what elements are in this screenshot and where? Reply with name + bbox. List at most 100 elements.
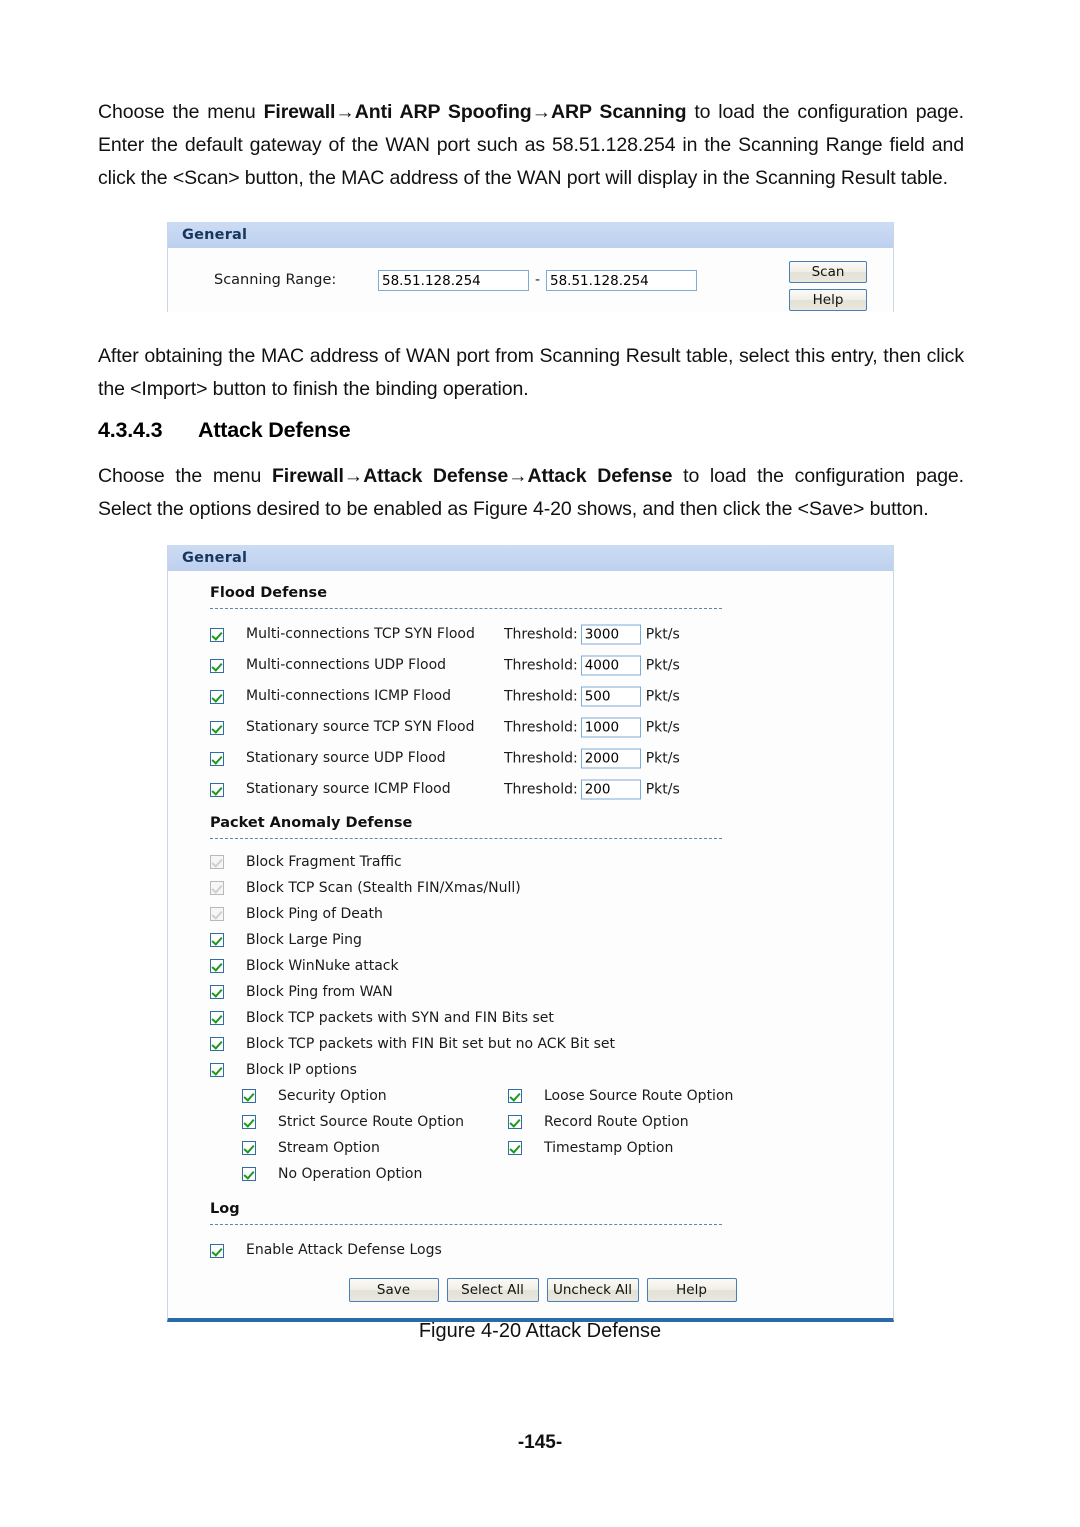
ip-option-row: Timestamp Option (508, 1135, 774, 1161)
checkbox-icon[interactable] (242, 1141, 256, 1155)
p1-arrow-2: → (531, 101, 552, 123)
checkbox-icon[interactable] (508, 1141, 522, 1155)
flood-defense-divider (210, 608, 722, 609)
checkbox-icon[interactable] (210, 689, 224, 704)
checkbox-label: Block IP options (246, 1062, 357, 1078)
checkbox-label: Enable Attack Defense Logs (246, 1242, 442, 1258)
threshold-input[interactable] (580, 717, 641, 737)
p1-bold-firewall: Firewall (263, 101, 336, 123)
threshold-label: Threshold: (504, 626, 578, 642)
flood-defense-row: Stationary source TCP SYN Flood Threshold… (210, 712, 903, 743)
threshold-label: Threshold: (504, 657, 578, 673)
threshold-input[interactable] (580, 779, 641, 799)
p3-bold-attack-defense-1: Attack Defense (363, 465, 509, 487)
panel-header-general-scan: General (168, 222, 893, 248)
log-rows: Enable Attack Defense Logs (210, 1235, 903, 1266)
flood-defense-row: Multi-connections UDP Flood Threshold: Pkt… (210, 650, 903, 681)
checkbox-icon[interactable] (210, 782, 224, 797)
checkbox-icon[interactable] (242, 1115, 256, 1129)
help-button-scan[interactable]: Help (789, 289, 867, 311)
checkbox-label: Multi-connections TCP SYN Flood (246, 626, 475, 642)
checkbox-icon[interactable] (210, 627, 224, 642)
threshold-unit: Pkt/s (645, 626, 680, 642)
checkbox-icon (210, 907, 224, 921)
p3-text-1: Choose the menu (98, 465, 272, 487)
scanning-range-start-input[interactable] (378, 270, 529, 291)
checkbox-icon[interactable] (210, 1243, 224, 1258)
checkbox-icon (210, 855, 224, 869)
threshold-input[interactable] (580, 624, 641, 644)
checkbox-icon[interactable] (210, 985, 224, 999)
checkbox-label: Multi-connections ICMP Flood (246, 688, 451, 704)
threshold-unit: Pkt/s (645, 781, 680, 797)
checkbox-label: Stream Option (278, 1140, 380, 1156)
checkbox-icon[interactable] (508, 1089, 522, 1103)
scanning-range-end-input[interactable] (546, 270, 697, 291)
checkbox-icon[interactable] (210, 658, 224, 673)
checkbox-label: Block Large Ping (246, 932, 362, 948)
p1-text-1: Choose the menu (98, 101, 264, 123)
checkbox-icon[interactable] (210, 1037, 224, 1051)
select-all-button[interactable]: Select All (446, 1278, 539, 1302)
scanning-range-label: Scanning Range: (214, 272, 337, 288)
threshold-unit: Pkt/s (645, 719, 680, 735)
threshold-group: Threshold: Pkt/s (504, 619, 680, 650)
checkbox-label: Block WinNuke attack (246, 958, 399, 974)
checkbox-label: No Operation Option (278, 1166, 423, 1182)
checkbox-label: Loose Source Route Option (544, 1088, 734, 1104)
ip-option-row: Stream Option (242, 1135, 508, 1161)
scanning-range-row: Scanning Range: - Scan Help (168, 248, 893, 312)
flood-defense-row: Multi-connections ICMP Flood Threshold: Pk… (210, 681, 903, 712)
p3-bold-firewall: Firewall (271, 465, 344, 487)
checkbox-label: Block Ping from WAN (246, 984, 393, 1000)
threshold-label: Threshold: (504, 781, 578, 797)
checkbox-icon[interactable] (508, 1115, 522, 1129)
help-button-attack[interactable]: Help (646, 1278, 737, 1302)
scan-button[interactable]: Scan (789, 261, 867, 283)
checkbox-icon[interactable] (210, 1011, 224, 1025)
attack-defense-button-row: Save Select All Uncheck All Help (210, 1266, 875, 1318)
threshold-input[interactable] (580, 748, 641, 768)
heading-title: Attack Defense (198, 418, 351, 442)
checkbox-label: Stationary source ICMP Flood (246, 781, 451, 797)
threshold-label: Threshold: (504, 688, 578, 704)
threshold-unit: Pkt/s (645, 657, 680, 673)
packet-anomaly-row: Block TCP packets with SYN and FIN Bits … (210, 1005, 903, 1031)
threshold-unit: Pkt/s (645, 688, 680, 704)
p1-bold-arp-scanning: ARP Scanning (551, 101, 687, 123)
checkbox-icon (210, 881, 224, 895)
threshold-input[interactable] (580, 686, 641, 706)
checkbox-icon[interactable] (242, 1089, 256, 1103)
packet-anomaly-row: Block Fragment Traffic (210, 849, 903, 875)
page-number: -145- (517, 1432, 563, 1453)
checkbox-label: Stationary source TCP SYN Flood (246, 719, 475, 735)
paragraph-import-binding: After obtaining the MAC address of WAN p… (98, 345, 964, 400)
checkbox-icon[interactable] (210, 720, 224, 735)
checkbox-icon[interactable] (210, 751, 224, 766)
threshold-input[interactable] (580, 655, 641, 675)
checkbox-icon[interactable] (210, 959, 224, 973)
paragraph-arp-scanning: Choose the menu Firewall→Anti ARP Spoofi… (98, 96, 964, 195)
checkbox-label: Multi-connections UDP Flood (246, 657, 447, 673)
ip-option-row: Strict Source Route Option (242, 1109, 508, 1135)
p1-arrow-1: → (335, 101, 355, 123)
uncheck-all-button[interactable]: Uncheck All (546, 1278, 639, 1302)
panel-body-attack: Flood Defense Multi-connections TCP SYN … (168, 571, 893, 1318)
save-button[interactable]: Save (348, 1278, 439, 1302)
checkbox-icon[interactable] (210, 933, 224, 947)
log-enable-row: Enable Attack Defense Logs (210, 1235, 903, 1266)
panel-body-scan: Scanning Range: - Scan Help (168, 248, 893, 312)
packet-anomaly-row: Block TCP packets with FIN Bit set but n… (210, 1031, 903, 1057)
threshold-label: Threshold: (504, 719, 578, 735)
threshold-group: Threshold: Pkt/s (504, 774, 680, 805)
threshold-unit: Pkt/s (645, 750, 680, 766)
checkbox-icon[interactable] (242, 1167, 256, 1181)
threshold-label: Threshold: (504, 750, 578, 766)
packet-anomaly-row: Block TCP Scan (Stealth FIN/Xmas/Null) (210, 875, 903, 901)
p3-arrow-2: → (508, 465, 528, 487)
checkbox-icon[interactable] (210, 1063, 224, 1077)
checkbox-label: Block Fragment Traffic (246, 854, 402, 870)
flood-defense-row: Stationary source UDP Flood Threshold: Pkt… (210, 743, 903, 774)
checkbox-label: Timestamp Option (544, 1140, 674, 1156)
panel-header-general-attack: General (168, 545, 893, 571)
